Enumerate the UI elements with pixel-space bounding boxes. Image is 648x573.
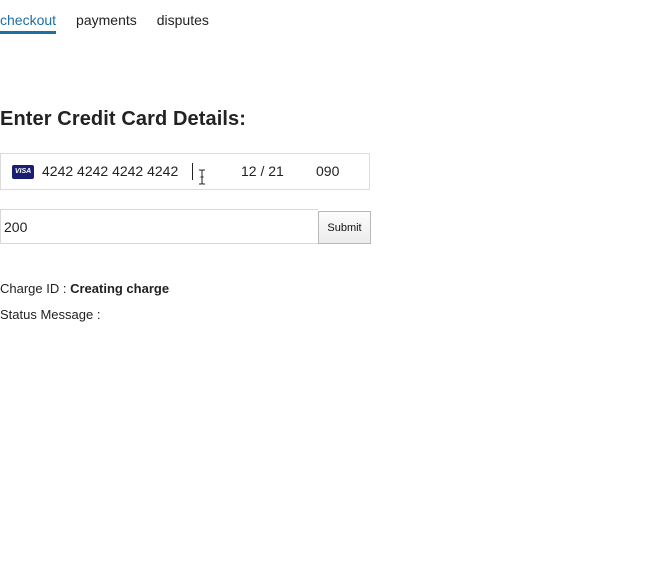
text-caret	[192, 163, 193, 180]
tab-payments[interactable]: payments	[76, 0, 137, 34]
card-expiry-field[interactable]: 12 / 21	[241, 163, 284, 179]
charge-id-label: Charge ID :	[0, 281, 71, 296]
amount-input[interactable]	[0, 209, 318, 244]
tab-checkout[interactable]: checkout	[0, 0, 57, 34]
charge-id-line: Charge ID : Creating charge	[0, 281, 169, 296]
card-cvc-field[interactable]: 090	[316, 163, 339, 179]
tab-bar: checkout payments disputes	[0, 0, 229, 34]
status-message-line: Status Message :	[0, 307, 100, 322]
tab-disputes[interactable]: disputes	[157, 0, 209, 34]
amount-form: Submit	[0, 209, 371, 244]
card-input[interactable]: VISA 4242 4242 4242 4242 12 / 21 090	[0, 153, 370, 190]
page-title: Enter Credit Card Details:	[0, 108, 246, 130]
charge-id-value: Creating charge	[70, 281, 170, 296]
text-cursor-icon	[199, 169, 205, 185]
status-message-label: Status Message :	[0, 307, 101, 322]
visa-card-icon: VISA	[12, 165, 34, 179]
card-number-field[interactable]: 4242 4242 4242 4242	[42, 163, 178, 179]
submit-button[interactable]: Submit	[318, 211, 371, 244]
